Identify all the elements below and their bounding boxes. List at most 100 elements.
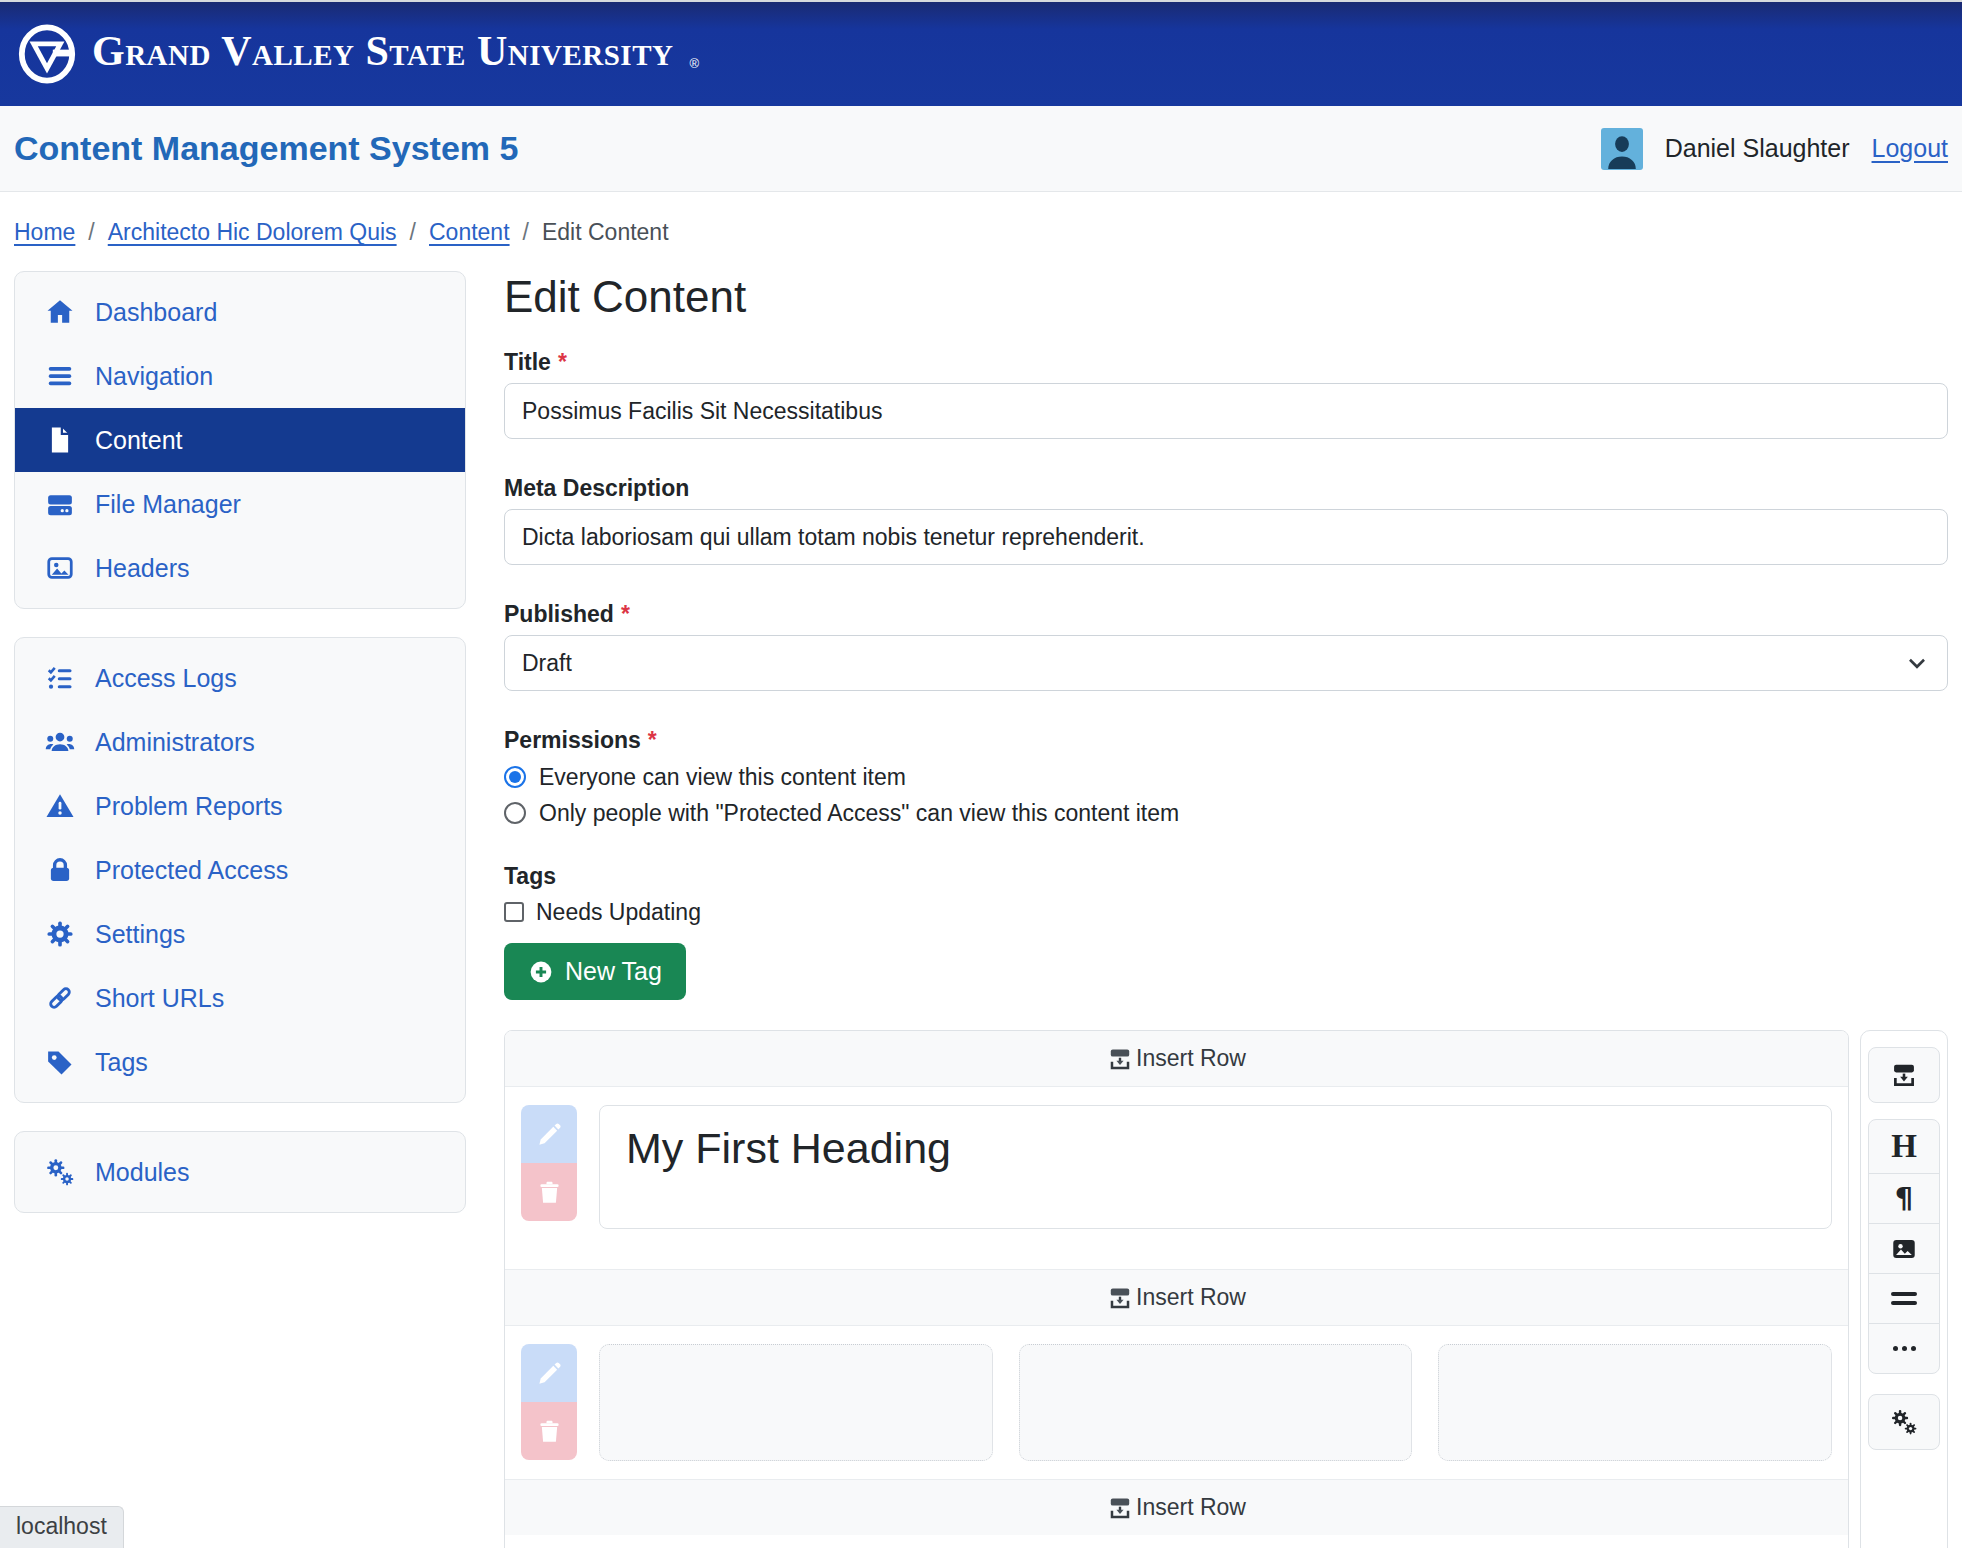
settings-tool-button[interactable] xyxy=(1868,1394,1940,1450)
sidebar-item-label: Dashboard xyxy=(95,298,217,327)
edit-row-button[interactable] xyxy=(521,1105,577,1163)
ellipsis-icon xyxy=(1893,1346,1916,1351)
edit-row-button[interactable] xyxy=(521,1344,577,1402)
title-label-text: Title xyxy=(504,349,551,375)
editor-toolbar: H ¶ xyxy=(1860,1030,1948,1548)
sidebar-item-settings[interactable]: Settings xyxy=(15,902,465,966)
editor-canvas: Insert Row My First Heading Insert Row xyxy=(504,1030,1849,1548)
sidebar-group-admin: Access Logs Administrators Problem Repor… xyxy=(14,637,466,1103)
new-tag-button[interactable]: New Tag xyxy=(504,943,686,1000)
gears-icon xyxy=(1890,1408,1918,1436)
insert-row-tool-button[interactable] xyxy=(1868,1047,1940,1103)
sidebar-item-label: Navigation xyxy=(95,362,213,391)
list-check-icon xyxy=(42,663,78,693)
logout-link[interactable]: Logout xyxy=(1872,134,1948,163)
sidebar-item-file-manager[interactable]: File Manager xyxy=(15,472,465,536)
breadcrumb: Home / Architecto Hic Dolorem Quis / Con… xyxy=(0,192,1962,271)
permission-option-protected: Only people with "Protected Access" can … xyxy=(504,797,1948,829)
sidebar-item-headers[interactable]: Headers xyxy=(15,536,465,600)
sidebar-item-protected-access[interactable]: Protected Access xyxy=(15,838,465,902)
sidebar-item-label: File Manager xyxy=(95,490,241,519)
title-label: Title * xyxy=(504,349,1948,375)
image-tool-button[interactable] xyxy=(1868,1223,1940,1274)
main-content: Edit Content Title * Possimus Facilis Sit… xyxy=(504,271,1948,1548)
insert-row-button-bottom[interactable]: Insert Row xyxy=(505,1480,1848,1535)
published-value: Draft xyxy=(522,650,572,677)
link-icon xyxy=(42,983,78,1013)
gvsu-logo-mark-icon xyxy=(16,23,78,85)
sidebar-group-modules: Modules xyxy=(14,1131,466,1213)
plus-circle-icon xyxy=(528,959,554,985)
editor-row-columns xyxy=(505,1325,1848,1480)
editor-row-heading: My First Heading xyxy=(505,1086,1848,1270)
breadcrumb-content[interactable]: Content xyxy=(429,219,510,246)
delete-row-button[interactable] xyxy=(521,1402,577,1460)
sidebar-item-label: Access Logs xyxy=(95,664,237,693)
chevron-down-icon xyxy=(1904,650,1930,676)
sidebar-item-content[interactable]: Content xyxy=(15,408,465,472)
needs-updating-checkbox[interactable] xyxy=(504,902,524,922)
more-tools-button[interactable] xyxy=(1868,1323,1940,1374)
radio-label: Everyone can view this content item xyxy=(539,764,906,791)
tag-option-needs-updating: Needs Updating xyxy=(504,897,1948,927)
pencil-icon xyxy=(536,1121,563,1148)
heading-block[interactable]: My First Heading xyxy=(599,1105,1832,1229)
sidebar-item-problem-reports[interactable]: Problem Reports xyxy=(15,774,465,838)
page-title: Edit Content xyxy=(504,271,1948,323)
paragraph-tool-button[interactable]: ¶ xyxy=(1868,1173,1940,1224)
block-tools-group: H ¶ xyxy=(1868,1119,1940,1374)
heading-icon: H xyxy=(1891,1130,1917,1163)
radio-everyone[interactable] xyxy=(504,766,526,788)
sidebar-item-label: Protected Access xyxy=(95,856,288,885)
breadcrumb-current: Edit Content xyxy=(542,219,669,246)
insert-row-label: Insert Row xyxy=(1136,1045,1246,1072)
editor-canvas-clipped-area xyxy=(505,1535,1848,1548)
sidebar-item-access-logs[interactable]: Access Logs xyxy=(15,646,465,710)
columns-container xyxy=(599,1344,1832,1461)
empty-column-2[interactable] xyxy=(1019,1344,1413,1461)
radio-protected[interactable] xyxy=(504,802,526,824)
heading-tool-button[interactable]: H xyxy=(1868,1119,1940,1174)
user-avatar xyxy=(1601,128,1643,170)
trash-icon xyxy=(536,1418,563,1445)
menu-bars-icon xyxy=(42,361,78,391)
sidebar-item-dashboard[interactable]: Dashboard xyxy=(15,280,465,344)
checkbox-label: Needs Updating xyxy=(536,899,701,926)
breadcrumb-separator: / xyxy=(410,219,416,246)
sidebar-item-modules[interactable]: Modules xyxy=(15,1140,465,1204)
warning-triangle-icon xyxy=(42,791,78,821)
empty-column-3[interactable] xyxy=(1438,1344,1832,1461)
meta-description-label-text: Meta Description xyxy=(504,475,689,501)
person-icon xyxy=(1604,132,1640,170)
meta-description-label: Meta Description xyxy=(504,475,1948,501)
insert-row-icon xyxy=(1107,1046,1133,1072)
insert-row-button-top[interactable]: Insert Row xyxy=(505,1031,1848,1086)
tag-icon xyxy=(42,1047,78,1077)
breadcrumb-site[interactable]: Architecto Hic Dolorem Quis xyxy=(108,219,397,246)
title-value: Possimus Facilis Sit Necessitatibus xyxy=(522,398,882,425)
permission-option-everyone: Everyone can view this content item xyxy=(504,761,1948,793)
sidebar-item-label: Administrators xyxy=(95,728,255,757)
gear-icon xyxy=(42,919,78,949)
top-banner: Grand Valley State University® xyxy=(0,0,1962,106)
insert-row-button-middle[interactable]: Insert Row xyxy=(505,1270,1848,1325)
empty-column-1[interactable] xyxy=(599,1344,993,1461)
status-bar: localhost xyxy=(0,1506,124,1548)
published-select[interactable]: Draft xyxy=(504,635,1948,691)
divider-tool-button[interactable] xyxy=(1868,1273,1940,1324)
delete-row-button[interactable] xyxy=(521,1163,577,1221)
insert-row-label: Insert Row xyxy=(1136,1284,1246,1311)
required-marker: * xyxy=(558,349,567,375)
gvsu-logo-text: Grand Valley State University xyxy=(92,30,673,78)
user-area: Daniel Slaughter Logout xyxy=(1601,128,1948,170)
sidebar-item-tags[interactable]: Tags xyxy=(15,1030,465,1094)
title-input[interactable]: Possimus Facilis Sit Necessitatibus xyxy=(504,383,1948,439)
sidebar-item-administrators[interactable]: Administrators xyxy=(15,710,465,774)
home-icon xyxy=(42,297,78,327)
sidebar-item-short-urls[interactable]: Short URLs xyxy=(15,966,465,1030)
meta-description-input[interactable]: Dicta laboriosam qui ullam totam nobis t… xyxy=(504,509,1948,565)
row-controls xyxy=(521,1344,577,1460)
tags-label: Tags xyxy=(504,863,1948,889)
breadcrumb-home[interactable]: Home xyxy=(14,219,75,246)
sidebar-item-navigation[interactable]: Navigation xyxy=(15,344,465,408)
